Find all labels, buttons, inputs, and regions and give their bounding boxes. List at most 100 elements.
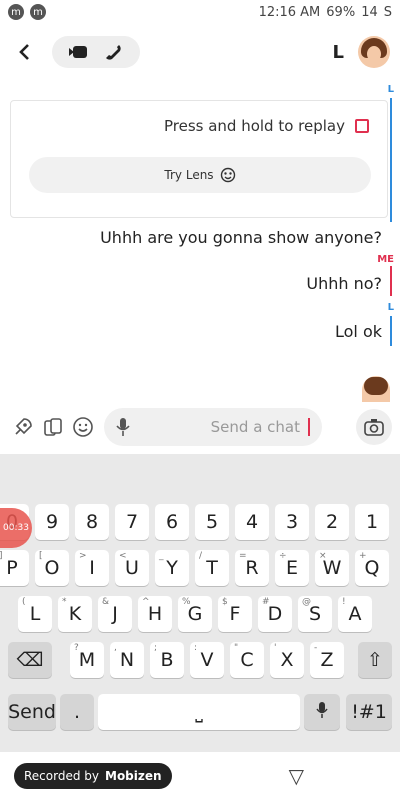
message-bar (390, 316, 392, 346)
key-j[interactable]: & J (98, 596, 132, 632)
recorded-by-label: Recorded by (24, 769, 99, 783)
key-a[interactable]: ! A (338, 596, 372, 632)
key-v[interactable]: :V (190, 642, 224, 678)
key-7[interactable]: 7 (115, 504, 149, 540)
key-label: O (44, 557, 60, 579)
key-q[interactable]: + Q (355, 550, 389, 586)
key-y[interactable]: _ Y (155, 550, 189, 586)
video-call-button[interactable] (67, 41, 89, 63)
key-8[interactable]: 8 (75, 504, 109, 540)
key-label: P (6, 557, 18, 579)
key-secondary-label: - (314, 643, 318, 653)
snap-card[interactable]: Press and hold to replay Try Lens (10, 100, 388, 218)
chat-thread[interactable]: L Press and hold to replay Try Lens Uhhh… (0, 80, 400, 402)
message-text[interactable]: Lol ok (335, 322, 382, 341)
key-label: 1 (365, 511, 379, 533)
symbols-key[interactable]: !#1 (346, 694, 392, 730)
key-secondary-label: & (102, 597, 110, 607)
key-2[interactable]: 2 (315, 504, 349, 540)
key-b[interactable]: ; B (150, 642, 184, 678)
key-label: 7 (125, 511, 139, 533)
key-secondary-label: > (79, 551, 87, 561)
key-label: 5 (205, 511, 219, 533)
key-u[interactable]: < U (115, 550, 149, 586)
key-secondary-label: ( (22, 597, 26, 607)
nav-down-icon[interactable]: ▽ (289, 764, 304, 788)
back-button[interactable] (10, 37, 40, 67)
sender-mark-me: ME (377, 254, 394, 265)
notification-icon: m (30, 4, 46, 20)
key-secondary-label: ' (274, 643, 277, 653)
key-label: ⎵ (195, 701, 203, 723)
contact-avatar[interactable] (358, 36, 390, 68)
key-secondary-label: ! (342, 597, 346, 607)
sim-icon: S (383, 4, 392, 20)
phone-call-button[interactable] (103, 41, 125, 63)
battery-level: 69% (326, 4, 356, 20)
key-9[interactable]: 9 (35, 504, 69, 540)
try-lens-button[interactable]: Try Lens (29, 157, 371, 193)
emoji-button[interactable] (68, 412, 98, 442)
key-l[interactable]: (L (18, 596, 52, 632)
key-label: 9 (45, 511, 59, 533)
key-w[interactable]: × W (315, 550, 349, 586)
key-secondary-label: # (262, 597, 270, 607)
cards-icon (44, 418, 62, 436)
backspace-key[interactable]: ⌫ (8, 642, 52, 678)
message-text[interactable]: Uhhh no? (306, 274, 382, 293)
key-s[interactable]: @ S (298, 596, 332, 632)
key-z[interactable]: -Z (310, 642, 344, 678)
key-4[interactable]: 4 (235, 504, 269, 540)
key-5[interactable]: 5 (195, 504, 229, 540)
period-key[interactable]: . (60, 694, 94, 730)
message-text[interactable]: Uhhh are you gonna show anyone? (100, 228, 382, 247)
mic-key[interactable] (304, 694, 340, 730)
key-label: 4 (245, 511, 259, 533)
key-label: L (29, 603, 41, 625)
key-o[interactable]: [O (35, 550, 69, 586)
key-n[interactable]: ,N (110, 642, 144, 678)
key-label: X (280, 649, 294, 671)
key-secondary-label: $ (222, 597, 228, 607)
key-i[interactable]: > I (75, 550, 109, 586)
key-secondary-label: % (182, 597, 191, 607)
key-1[interactable]: 1 (355, 504, 389, 540)
key-g[interactable]: % G (178, 596, 212, 632)
space-key[interactable]: ⎵ (98, 694, 300, 730)
key-secondary-label: _ (159, 551, 164, 561)
key-c[interactable]: " C (230, 642, 264, 678)
contact-name[interactable]: L (333, 42, 344, 63)
key-f[interactable]: $ F (218, 596, 252, 632)
key-6[interactable]: 6 (155, 504, 189, 540)
camera-button[interactable] (356, 409, 392, 445)
signal-indicator: 14 (361, 4, 378, 20)
key-r[interactable]: = R (235, 550, 269, 586)
smiley-icon (73, 417, 93, 437)
key-label: F (229, 603, 241, 625)
key-k[interactable]: * K (58, 596, 92, 632)
mic-icon[interactable] (116, 417, 130, 437)
status-right: 12:16 AM 69% 14 S (259, 5, 392, 20)
key-3[interactable]: 3 (275, 504, 309, 540)
key-m[interactable]: ? M (70, 642, 104, 678)
key-d[interactable]: # D (258, 596, 292, 632)
key-t[interactable]: / T (195, 550, 229, 586)
key-e[interactable]: ÷ E (275, 550, 309, 586)
key-label: R (245, 557, 259, 579)
recorded-by-badge: Recorded by Mobizen (14, 763, 172, 789)
shift-key[interactable]: ⇧ (358, 642, 392, 678)
recorder-time: 00:33 (3, 523, 29, 533)
key-x[interactable]: ' X (270, 642, 304, 678)
sender-mark-other: L (387, 84, 394, 95)
chat-input[interactable]: Send a chat (104, 408, 322, 446)
key-secondary-label: @ (302, 597, 311, 607)
send-key[interactable]: Send (8, 694, 56, 730)
key-p[interactable]: ]P (0, 550, 29, 586)
rocket-icon (15, 418, 32, 435)
rocket-button[interactable] (8, 412, 38, 442)
key-secondary-label: * (62, 597, 67, 607)
key-h[interactable]: ^ H (138, 596, 172, 632)
cards-button[interactable] (38, 412, 68, 442)
back-icon (19, 44, 29, 60)
replay-row[interactable]: Press and hold to replay (164, 117, 369, 135)
